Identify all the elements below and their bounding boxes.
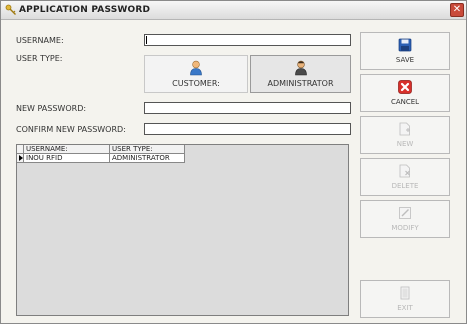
cell-user-type[interactable]: ADMINISTRATOR bbox=[110, 154, 185, 163]
username-field[interactable] bbox=[144, 34, 351, 46]
column-header-username[interactable]: USERNAME: bbox=[24, 145, 110, 154]
exit-label: EXIT bbox=[397, 304, 413, 312]
save-button[interactable]: SAVE bbox=[360, 32, 450, 70]
user-type-label: USER TYPE: bbox=[16, 54, 63, 63]
customer-type-label: CUSTOMER: bbox=[172, 79, 220, 88]
administrator-user-icon bbox=[294, 60, 307, 76]
window-title: APPLICATION PASSWORD bbox=[19, 5, 151, 15]
users-grid[interactable]: USERNAME: USER TYPE: INOU RFID ADMINISTR… bbox=[16, 144, 349, 316]
new-button[interactable]: NEW bbox=[360, 116, 450, 154]
customer-user-icon bbox=[190, 60, 202, 76]
modify-button[interactable]: MODIFY bbox=[360, 200, 450, 238]
edit-pencil-icon bbox=[399, 207, 411, 219]
confirm-password-label: CONFIRM NEW PASSWORD: bbox=[16, 125, 126, 134]
administrator-type-button[interactable]: ADMINISTRATOR bbox=[250, 55, 351, 93]
modify-label: MODIFY bbox=[391, 224, 419, 232]
delete-label: DELETE bbox=[391, 182, 419, 190]
new-password-label: NEW PASSWORD: bbox=[16, 104, 87, 113]
close-button[interactable]: ✕ bbox=[450, 3, 464, 17]
cancel-label: CANCEL bbox=[390, 98, 420, 106]
title-bar[interactable]: APPLICATION PASSWORD ✕ bbox=[1, 1, 466, 20]
exit-button[interactable]: EXIT bbox=[360, 280, 450, 318]
save-label: SAVE bbox=[395, 56, 415, 64]
confirm-password-field[interactable] bbox=[144, 123, 351, 135]
delete-button[interactable]: DELETE bbox=[360, 158, 450, 196]
close-icon: ✕ bbox=[452, 4, 462, 15]
grid-header: USERNAME: USER TYPE: bbox=[17, 145, 348, 154]
new-document-icon bbox=[399, 122, 410, 136]
username-label: USERNAME: bbox=[16, 36, 64, 45]
red-x-icon bbox=[398, 80, 412, 94]
new-label: NEW bbox=[396, 140, 414, 148]
cell-username[interactable]: INOU RFID bbox=[24, 154, 110, 163]
current-row-arrow-icon bbox=[19, 155, 23, 161]
text-caret bbox=[146, 36, 147, 44]
delete-document-icon bbox=[399, 164, 410, 178]
row-selector[interactable] bbox=[17, 154, 24, 163]
column-header-user-type[interactable]: USER TYPE: bbox=[110, 145, 185, 154]
new-password-field[interactable] bbox=[144, 102, 351, 114]
exit-door-icon bbox=[400, 286, 410, 300]
administrator-type-label: ADMINISTRATOR bbox=[267, 79, 334, 88]
cancel-button[interactable]: CANCEL bbox=[360, 74, 450, 112]
table-row[interactable]: INOU RFID ADMINISTRATOR bbox=[17, 154, 348, 163]
application-password-window: APPLICATION PASSWORD ✕ USERNAME: USER TY… bbox=[0, 0, 467, 324]
floppy-disk-icon bbox=[398, 38, 412, 52]
key-icon bbox=[5, 4, 16, 15]
customer-type-button[interactable]: CUSTOMER: bbox=[144, 55, 248, 93]
row-header-corner bbox=[17, 145, 24, 154]
